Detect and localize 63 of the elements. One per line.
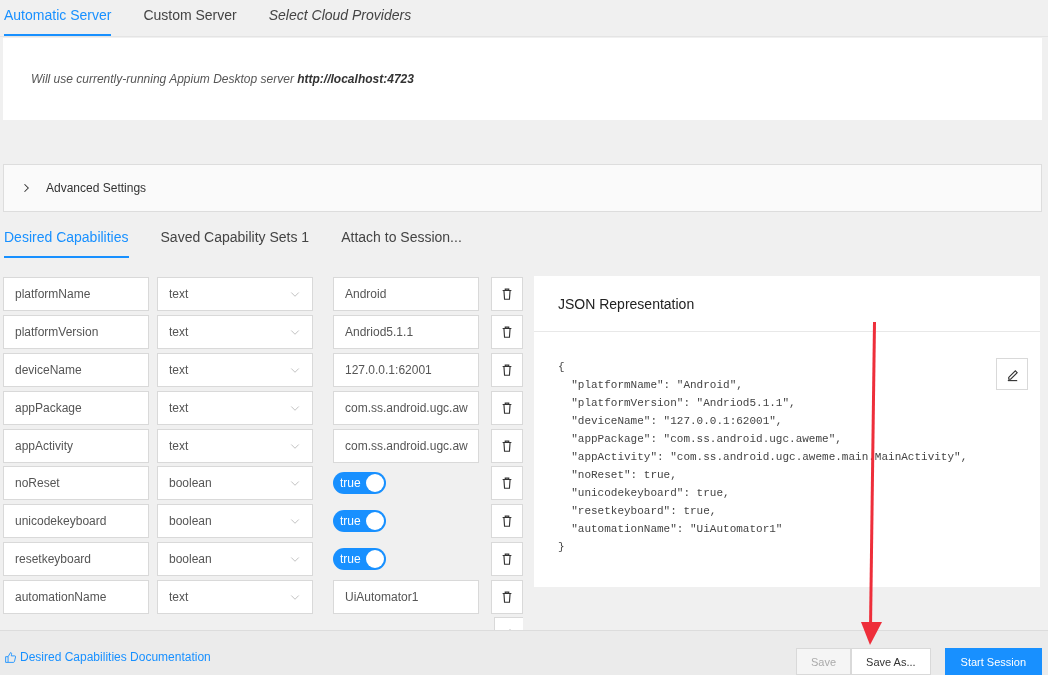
code-line: "unicodekeyboard": true, — [570, 486, 730, 501]
delete-button[interactable] — [491, 504, 523, 539]
delete-button[interactable] — [491, 580, 523, 615]
trash-icon — [500, 400, 514, 415]
code-line: "appPackage": "com.ss.android.ugc.aweme", — [570, 432, 842, 447]
code-line: "automationName": "UiAutomator1" — [570, 522, 783, 537]
capability-tab[interactable]: Attach to Session... — [341, 222, 462, 258]
server-tab[interactable]: Custom Server — [143, 0, 237, 36]
footer-button[interactable]: Save As... — [851, 648, 931, 675]
delete-button[interactable] — [491, 466, 523, 501]
code-line: "platformName": "Android", — [570, 378, 743, 393]
code-line: } — [558, 540, 565, 555]
server-tab[interactable]: Select Cloud Providers — [268, 0, 412, 36]
trash-icon — [500, 286, 514, 301]
type-select[interactable]: boolean — [157, 466, 313, 501]
capability-name-field[interactable]: platformName — [3, 276, 149, 311]
capability-name-field[interactable]: unicodekeyboard — [3, 504, 149, 539]
trash-icon — [500, 552, 514, 567]
type-select[interactable]: text — [157, 314, 313, 349]
delete-button[interactable] — [491, 390, 523, 425]
delete-button[interactable] — [491, 542, 523, 577]
capability-tab[interactable]: Saved Capability Sets 1 — [160, 222, 310, 258]
capability-name-field[interactable]: noReset — [3, 466, 149, 501]
capability-value-field[interactable]: Andriod5.1.1 — [333, 314, 479, 349]
capability-name-field[interactable]: appPackage — [3, 390, 149, 425]
capability-value-field[interactable]: com.ss.android.ugc.aw — [333, 428, 479, 463]
capability-name-field[interactable]: deviceName — [3, 352, 149, 387]
delete-button[interactable] — [491, 276, 523, 311]
type-select[interactable]: boolean — [157, 504, 313, 539]
type-select[interactable]: text — [157, 352, 313, 387]
delete-button[interactable] — [491, 428, 523, 463]
type-select[interactable]: text — [157, 428, 313, 463]
code-line: { — [558, 360, 565, 375]
capability-value-field[interactable]: com.ss.android.ugc.aw — [333, 390, 479, 425]
trash-icon — [500, 514, 514, 529]
delete-button[interactable] — [491, 314, 523, 349]
capability-value-field[interactable]: 127.0.0.1:62001 — [333, 352, 479, 387]
capability-name-field[interactable]: resetkeyboard — [3, 542, 149, 577]
panel-title: JSON Representation — [558, 295, 695, 312]
capability-name-field[interactable]: appActivity — [3, 428, 149, 463]
capability-value-field[interactable]: UiAutomator1 — [333, 580, 479, 615]
delete-button[interactable] — [491, 352, 523, 387]
code-line: "resetkeyboard": true, — [570, 504, 717, 519]
code-line: "noReset": true, — [570, 468, 677, 483]
type-select[interactable]: text — [157, 276, 313, 311]
advanced-settings-label: Advanced Settings — [46, 181, 147, 195]
trash-icon — [500, 362, 514, 377]
capability-value-field[interactable]: Android — [333, 276, 479, 311]
trash-icon — [500, 324, 514, 339]
type-select[interactable]: text — [157, 580, 313, 615]
type-select[interactable]: text — [157, 390, 313, 425]
code-line: "platformVersion": "Andriod5.1.1", — [570, 396, 796, 411]
server-note: Will use currently-running Appium Desktop server http://localhost:4723 — [31, 72, 414, 86]
capability-name-field[interactable]: platformVersion — [3, 314, 149, 349]
capability-name-field[interactable]: automationName — [3, 580, 149, 615]
advanced-settings-panel[interactable]: Advanced Settings — [3, 164, 1042, 212]
trash-icon — [500, 590, 514, 605]
thumbs-up-icon — [4, 650, 17, 664]
edit-button[interactable] — [996, 358, 1028, 390]
trash-icon — [500, 438, 514, 453]
trash-icon — [500, 476, 514, 491]
code-line: "deviceName": "127.0.0.1:62001", — [570, 414, 783, 429]
type-select[interactable]: boolean — [157, 542, 313, 577]
